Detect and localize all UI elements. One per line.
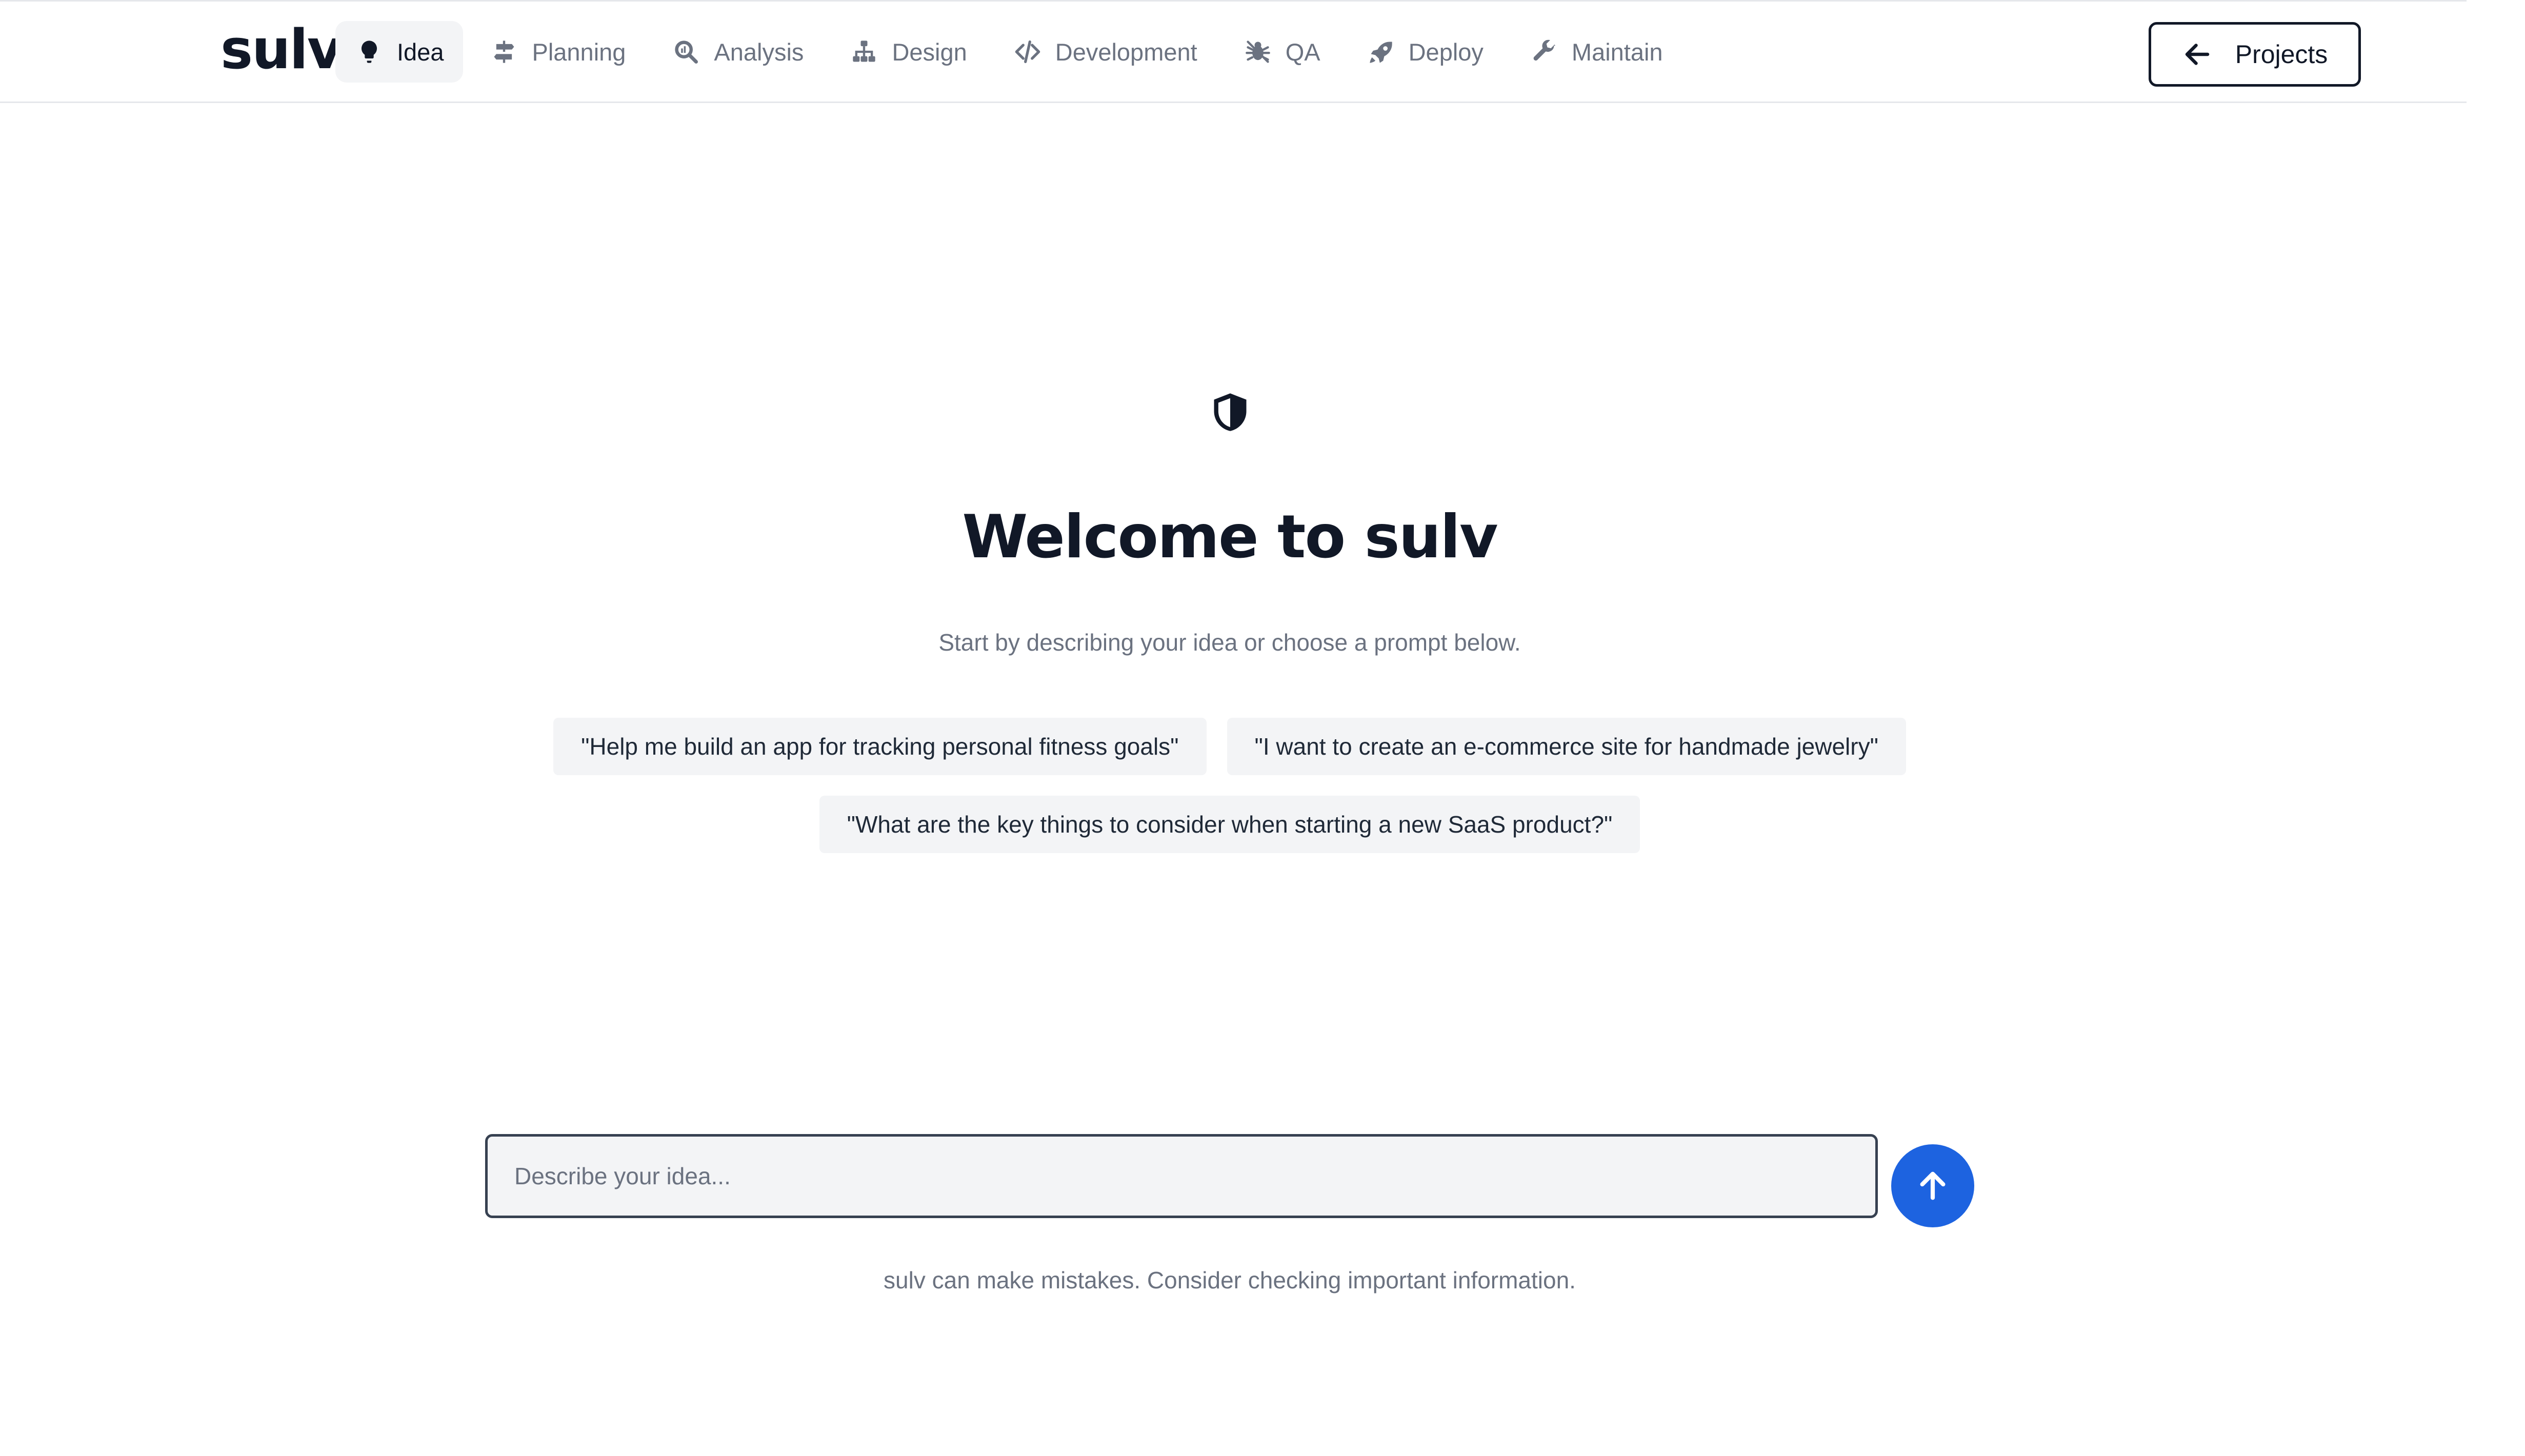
sitemap-icon xyxy=(850,37,878,66)
suggested-prompts: "Help me build an app for tracking perso… xyxy=(492,718,1967,853)
code-icon xyxy=(1013,37,1042,66)
nav-item-label: Development xyxy=(1055,38,1197,66)
signpost-icon xyxy=(490,37,518,66)
rocket-icon xyxy=(1367,37,1395,66)
arrow-up-icon xyxy=(1920,1171,1946,1200)
top-nav-bar: sulv Idea Planning Analysis Design Devel… xyxy=(0,0,2467,103)
nav-item-label: QA xyxy=(1285,38,1320,66)
lightbulb-icon xyxy=(355,37,384,66)
disclaimer-text: sulv can make mistakes. Consider checkin… xyxy=(884,1267,1576,1293)
projects-button-label: Projects xyxy=(2235,40,2328,69)
nav-item-maintain[interactable]: Maintain xyxy=(1510,21,1682,83)
prompt-chip-saas-considerations[interactable]: "What are the key things to consider whe… xyxy=(819,796,1640,853)
nav-item-label: Planning xyxy=(532,38,626,66)
projects-button[interactable]: Projects xyxy=(2149,22,2361,87)
nav-item-label: Maintain xyxy=(1571,38,1663,66)
nav-item-analysis[interactable]: Analysis xyxy=(652,21,823,83)
idea-input[interactable] xyxy=(488,1137,1875,1216)
page-title: Welcome to sulv xyxy=(962,502,1498,572)
nav-item-design[interactable]: Design xyxy=(830,21,986,83)
nav-item-label: Deploy xyxy=(1408,38,1484,66)
nav-item-planning[interactable]: Planning xyxy=(470,21,645,83)
idea-input-container xyxy=(485,1134,1878,1218)
nav-item-label: Design xyxy=(892,38,967,66)
shield-icon xyxy=(1209,391,1252,434)
page-subtitle: Start by describing your idea or choose … xyxy=(938,629,1521,656)
prompt-chip-ecommerce-jewelry[interactable]: "I want to create an e-commerce site for… xyxy=(1227,718,1906,775)
app-logo[interactable]: sulv xyxy=(221,18,343,81)
send-button[interactable] xyxy=(1891,1144,1974,1227)
wrench-icon xyxy=(1530,37,1558,66)
bug-icon xyxy=(1244,37,1272,66)
prompt-chip-fitness-app[interactable]: "Help me build an app for tracking perso… xyxy=(553,718,1207,775)
nav-item-qa[interactable]: QA xyxy=(1224,21,1340,83)
magnifier-icon xyxy=(672,37,700,66)
nav-item-development[interactable]: Development xyxy=(994,21,1217,83)
arrow-left-icon xyxy=(2182,39,2213,70)
nav-item-idea[interactable]: Idea xyxy=(335,21,464,83)
nav-item-label: Analysis xyxy=(714,38,804,66)
nav-item-deploy[interactable]: Deploy xyxy=(1347,21,1503,83)
nav-item-label: Idea xyxy=(397,38,444,66)
phase-nav: Idea Planning Analysis Design Developmen… xyxy=(335,21,1690,83)
